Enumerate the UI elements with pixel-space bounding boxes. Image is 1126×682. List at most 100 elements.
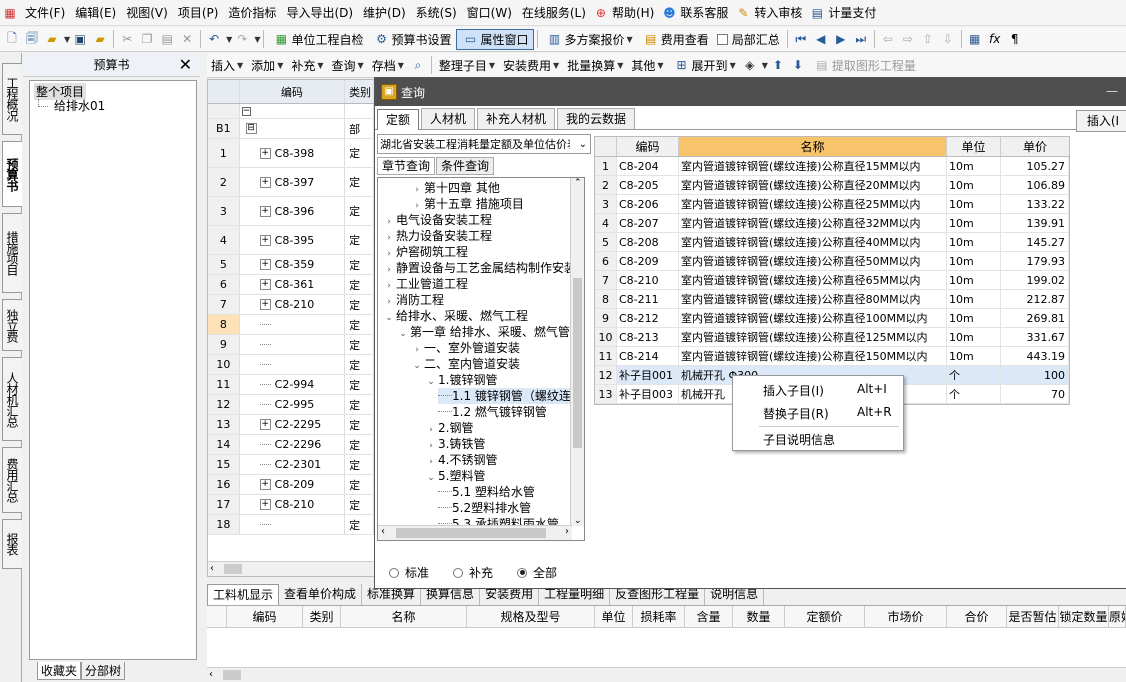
dialog-titlebar[interactable]: ▣ 查询 — [375,78,1126,106]
grid-row[interactable]: 17 + C8-210 定 [208,495,374,515]
tree-node[interactable]: › 一、室外管道安装 [410,340,520,356]
expand-icon[interactable]: + [259,205,271,217]
tree-node[interactable]: › 消防工程 [382,292,444,308]
code-cell[interactable]: 补子目001 [617,366,679,384]
expand-icon[interactable]: + [259,499,271,510]
tab-report[interactable]: 报表 [2,519,22,569]
chevron-down-icon[interactable]: ⌄ [396,326,410,342]
type-cell[interactable]: 定 [345,197,374,225]
chevron-down-icon[interactable]: ⌄ [410,358,424,374]
unit-cell[interactable]: 10m [947,157,1001,175]
type-cell[interactable]: 定 [345,455,374,474]
tab-project-overview[interactable]: 工程概况 [2,63,22,135]
menu-system[interactable]: 系统(S) [411,1,462,25]
expand-icon[interactable] [259,384,271,385]
price-cell[interactable]: 105.27 [1001,157,1069,175]
open-folder-icon[interactable]: ▰ [43,30,61,48]
expand-icon[interactable] [259,344,271,345]
column-header[interactable]: 原始 [1109,606,1126,627]
save-icon[interactable]: ▣ [71,30,89,48]
expand-icon[interactable]: + [259,234,271,246]
scroll-down-icon[interactable]: ⌄ [574,516,582,526]
expand-to-menu[interactable]: ⊞ 展开到 ▼ [668,55,740,76]
type-cell[interactable]: 定 [345,515,374,534]
code-cell[interactable]: C8-213 [617,328,679,346]
collapse-icon[interactable]: − [241,106,251,116]
code-cell[interactable]: C2-995 [240,395,346,414]
column-header[interactable]: 类别 [303,606,341,627]
tree-child-item[interactable]: 给排水01 [54,97,105,114]
insert-menu[interactable]: 插入 ▼ [207,55,247,76]
open-dropdown-icon[interactable]: ▼ [64,35,70,44]
unit-cell[interactable]: 10m [947,347,1001,365]
price-cell[interactable]: 106.89 [1001,176,1069,194]
grid-row[interactable]: B1 ⊟ 部 [208,119,374,139]
unit-cell[interactable]: 个 [947,385,1001,403]
insert-button[interactable]: 插入(I [1076,110,1126,132]
new-file-icon[interactable]: 🗋 [3,30,21,48]
expand-icon[interactable]: + [259,259,271,270]
tree-node[interactable]: ⌄ 1.镀锌钢管 [424,372,497,388]
price-cell[interactable]: 100 [1001,366,1069,384]
price-cell[interactable]: 145.27 [1001,233,1069,251]
tree-node[interactable]: 1.2 燃气镀锌钢管 [438,404,547,420]
tree-node[interactable]: ⌄ 5.塑料管 [424,468,485,484]
type-cell[interactable]: 定 [345,375,374,394]
column-header[interactable]: 市场价 [865,606,947,627]
leaf-line-icon[interactable] [438,404,452,412]
supplement-menu[interactable]: 补充 ▼ [287,55,327,76]
tree-hscrollbar[interactable]: ‹ › [378,525,572,540]
type-cell[interactable]: 定 [345,168,374,196]
install-fee-menu[interactable]: 安装费用 ▼ [499,55,563,76]
code-cell[interactable]: C8-214 [617,347,679,365]
multi-quote-button[interactable]: ▥ 多方案报价 ▼ [541,29,637,50]
budget-settings-button[interactable]: ⚙ 预算书设置 [367,29,455,50]
tab-labor-material-summary[interactable]: 人材机汇总 [2,357,22,441]
tree-node[interactable]: › 热力设备安装工程 [382,228,492,244]
menu-cost-index[interactable]: 造价指标 [223,1,281,25]
name-cell[interactable]: 室内管道镀锌钢管(螺纹连接)公称直径125MM以内 [679,328,947,346]
grid-row[interactable]: 18 定 [208,515,374,535]
grid-row[interactable]: 3 + C8-396 定 [208,197,374,226]
tab-measure-items[interactable]: 措施项目 [2,213,22,293]
name-cell[interactable]: 室内管道镀锌钢管(螺纹连接)公称直径32MM以内 [679,214,947,232]
undo-icon[interactable]: ↶ [205,30,223,48]
code-cell[interactable]: C2-2296 [240,435,346,454]
arrow-up-icon[interactable]: ⬆ [769,56,787,74]
column-header[interactable]: 是否暂估 [1007,606,1059,627]
tree-node[interactable]: ⌄ 二、室内管道安装 [410,356,520,372]
archive-menu[interactable]: 存档 ▼ [368,55,408,76]
quota-library-select[interactable]: 湖北省安装工程消耗量定额及单位估价表 ⌄ [377,134,591,154]
code-cell[interactable]: ⊟ [240,119,346,138]
quota-row[interactable]: 1 C8-204 室内管道镀锌钢管(螺纹连接)公称直径15MM以内 10m 105.27 [595,157,1069,176]
code-cell[interactable]: C8-211 [617,290,679,308]
first-icon[interactable]: ⏮ [792,30,810,48]
menu-maintain[interactable]: 维护(D) [358,1,411,25]
code-cell[interactable]: + C8-395 [240,226,346,254]
grid-row[interactable]: 11 C2-994 定 [208,375,374,395]
new-template-icon[interactable]: 🗐 [23,30,41,48]
tab-chapter-query[interactable]: 章节查询 [377,157,436,175]
formula-icon[interactable]: fx [986,30,1004,48]
code-cell[interactable] [240,515,346,534]
grid-row[interactable]: 13 + C2-2295 定 [208,415,374,435]
dialog-tab[interactable]: 我的云数据 [557,108,636,129]
code-cell[interactable]: C8-210 [617,271,679,289]
code-cell[interactable]: C2-994 [240,375,346,394]
menu-help[interactable]: 帮助(H) [611,1,659,25]
name-cell[interactable]: 室内管道镀锌钢管(螺纹连接)公称直径65MM以内 [679,271,947,289]
code-cell[interactable] [240,335,346,354]
paste-icon[interactable]: ▤ [158,30,176,48]
column-header[interactable]: 合价 [947,606,1007,627]
price-cell[interactable]: 443.19 [1001,347,1069,365]
paint-icon[interactable]: ◈ [741,56,759,74]
organize-subitems-menu[interactable]: 整理子目 ▼ [435,55,499,76]
tree-node[interactable]: › 工业管道工程 [382,276,468,292]
menu-view[interactable]: 视图(V) [121,1,173,25]
code-cell[interactable]: + C8-359 [240,255,346,274]
unit-cell[interactable]: 10m [947,195,1001,213]
tree-node[interactable]: ⌄ 第一章 给排水、采暖、燃气管道 [396,324,582,340]
tree-node[interactable]: 5.2塑料排水管 [438,500,531,516]
type-cell[interactable]: 定 [345,355,374,374]
tree-node[interactable]: 1.1 镀锌钢管（螺纹连接） [438,388,584,404]
